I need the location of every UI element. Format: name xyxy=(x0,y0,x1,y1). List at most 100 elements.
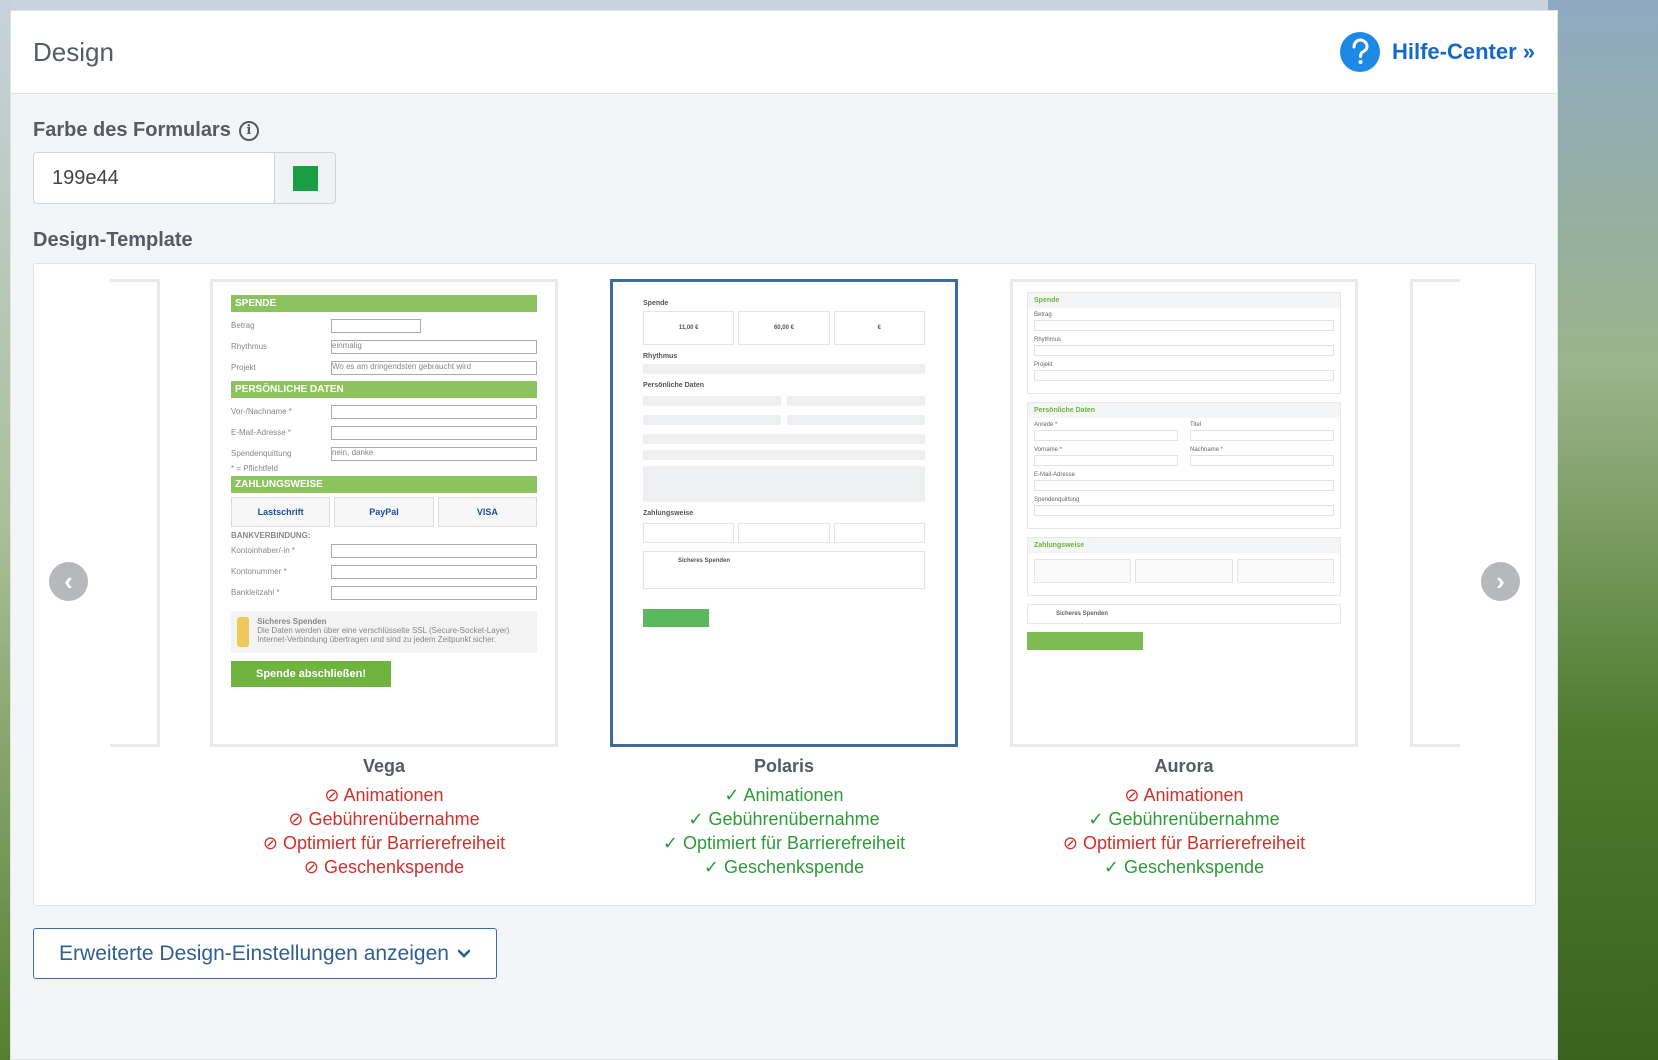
feature-list: ✓ Animationen ✓ Gebührenübernahme ✓ Optimi… xyxy=(610,783,958,879)
color-swatch-button[interactable] xyxy=(274,152,336,204)
chevron-left-icon: ‹ xyxy=(64,566,73,596)
vega-label: E-Mail-Adresse * xyxy=(231,428,292,437)
vega-pay-option: Lastschrift xyxy=(231,497,331,527)
aurora-personal-box: Persönliche Daten Anrede * Titel Vorname… xyxy=(1027,402,1341,529)
feature-label: Gebührenübernahme xyxy=(308,809,480,829)
aurora-field xyxy=(1190,430,1334,441)
color-swatch xyxy=(292,165,318,191)
color-picker xyxy=(33,152,336,204)
info-icon[interactable]: i xyxy=(238,120,259,141)
template-preview-vega[interactable]: SPENDE Betrag Rhythmus einmalig Projekt Wo… xyxy=(210,279,558,747)
unavailable-icon: ⊘ xyxy=(303,857,324,877)
polaris-title: Spende xyxy=(643,300,669,307)
vega-section-payment: ZAHLUNGSWEISE xyxy=(231,476,537,493)
vega-label: Vor-/Nachname * xyxy=(231,407,292,416)
template-name: Polaris xyxy=(753,756,815,776)
polaris-field xyxy=(643,364,925,374)
feature-label: Geschenkspende xyxy=(323,857,465,877)
polaris-field xyxy=(787,396,925,406)
aurora-label: Spendenquittung xyxy=(1034,497,1080,503)
aurora-pay-option xyxy=(1236,559,1334,583)
form-color-label-text: Farbe des Formulars xyxy=(33,119,231,141)
vega-field xyxy=(331,585,537,600)
unavailable-icon: ⊘ xyxy=(1124,785,1144,805)
feature-item: ✓ Gebührenübernahme xyxy=(610,807,958,831)
aurora-label: Betrag xyxy=(1034,312,1052,318)
page-title: Design xyxy=(33,36,114,67)
aurora-donation-box: Spende Betrag Rhythmus Projekt xyxy=(1027,292,1341,394)
check-icon: ✓ xyxy=(724,785,744,805)
polaris-pay-option xyxy=(833,523,925,543)
aurora-preview-form: Spende Betrag Rhythmus Projekt Persönlic… xyxy=(1013,282,1355,660)
feature-item: ⊘ Geschenkspende xyxy=(210,855,558,879)
unavailable-icon: ⊘ xyxy=(288,809,309,829)
vega-label: Betrag xyxy=(231,321,255,330)
carousel-next-button[interactable]: › xyxy=(1481,562,1520,601)
background-right xyxy=(1548,0,1658,1060)
template-name: Vega xyxy=(362,756,406,776)
polaris-secure-box: Sicheres Spenden xyxy=(643,551,925,589)
aurora-label: Vorname * xyxy=(1034,447,1063,453)
help-center-label[interactable]: Hilfe-Center » xyxy=(1392,39,1535,65)
carousel-prev-button[interactable]: ‹ xyxy=(49,562,88,601)
form-color-label: Farbe des Formulars i xyxy=(33,119,259,142)
polaris-field xyxy=(643,415,781,425)
polaris-payment-heading: Zahlungsweise xyxy=(643,510,694,517)
aurora-field xyxy=(1034,430,1178,441)
polaris-amount: 60,00 € xyxy=(738,311,830,345)
aurora-label: Anrede * xyxy=(1034,422,1058,428)
aurora-pay-option xyxy=(1034,559,1132,583)
aurora-field xyxy=(1190,455,1334,466)
help-center-link[interactable]: Hilfe-Center » xyxy=(1339,32,1535,72)
template-card-partial-left[interactable] xyxy=(110,279,160,747)
polaris-textarea xyxy=(643,466,925,502)
polaris-amount: 11,00 € xyxy=(643,311,735,345)
template-preview-polaris[interactable]: Spende 11,00 € 60,00 € € Rhythmus Persön… xyxy=(610,279,958,747)
aurora-submit xyxy=(1027,632,1143,650)
feature-list: ⊘ Animationen ⊘ Gebührenübernahme ⊘ Optimi… xyxy=(210,783,558,879)
polaris-amounts: 11,00 € 60,00 € € xyxy=(643,311,925,345)
template-preview-aurora[interactable]: Spende Betrag Rhythmus Projekt Persönlic… xyxy=(1010,279,1358,747)
feature-label: Gebührenübernahme xyxy=(708,809,880,829)
feature-label: Optimiert für Barrierefreiheit xyxy=(283,833,506,853)
template-card-partial-right[interactable] xyxy=(1410,279,1460,747)
vega-label: Spendenquittung xyxy=(231,449,292,458)
feature-item: ✓ Geschenkspende xyxy=(1010,855,1358,879)
template-caption-aurora: Aurora ⊘ Animationen ✓ Gebührenübernahme ⊘… xyxy=(1010,756,1358,879)
vega-field xyxy=(331,564,537,579)
aurora-section-heading: Persönliche Daten xyxy=(1028,403,1340,418)
aurora-field xyxy=(1034,505,1334,516)
feature-item: ⊘ Gebührenübernahme xyxy=(210,807,558,831)
aurora-label: Projekt xyxy=(1034,362,1053,368)
template-caption-polaris: Polaris ✓ Animationen ✓ Gebührenübernahme… xyxy=(610,756,958,879)
advanced-design-settings-button[interactable]: Erweiterte Design-Einstellungen anzeigen xyxy=(33,928,497,979)
vega-field xyxy=(331,318,421,333)
aurora-pay-option xyxy=(1135,559,1233,583)
lock-icon xyxy=(237,617,250,647)
color-hex-input[interactable] xyxy=(33,152,274,204)
check-icon: ✓ xyxy=(662,833,683,853)
aurora-field xyxy=(1034,345,1334,356)
vega-required-note: * = Pflichtfeld xyxy=(231,464,278,473)
vega-field xyxy=(331,425,537,440)
chevron-right-icon: › xyxy=(1496,566,1505,596)
check-icon: ✓ xyxy=(1103,857,1124,877)
unavailable-icon: ⊘ xyxy=(1062,833,1083,853)
unavailable-icon: ⊘ xyxy=(324,785,344,805)
vega-field xyxy=(331,543,537,558)
template-name: Aurora xyxy=(1154,756,1214,776)
unavailable-icon: ⊘ xyxy=(262,833,283,853)
aurora-label: Rhythmus xyxy=(1034,337,1062,343)
design-panel: Design Hilfe-Center » Farbe des Formular… xyxy=(10,10,1558,1060)
help-icon[interactable] xyxy=(1339,32,1380,72)
aurora-label: Titel xyxy=(1190,422,1202,428)
feature-item: ✓ Optimiert für Barrierefreiheit xyxy=(610,831,958,855)
polaris-field xyxy=(643,450,925,460)
polaris-preview-form: Spende 11,00 € 60,00 € € Rhythmus Persön… xyxy=(613,282,955,637)
aurora-secure-title: Sicheres Spenden xyxy=(1056,611,1109,617)
polaris-personal-heading: Persönliche Daten xyxy=(643,382,705,389)
vega-label: Projekt xyxy=(231,363,256,372)
feature-label: Gebührenübernahme xyxy=(1108,809,1280,829)
feature-label: Geschenkspende xyxy=(723,857,865,877)
vega-pay-option: PayPal xyxy=(334,497,434,527)
